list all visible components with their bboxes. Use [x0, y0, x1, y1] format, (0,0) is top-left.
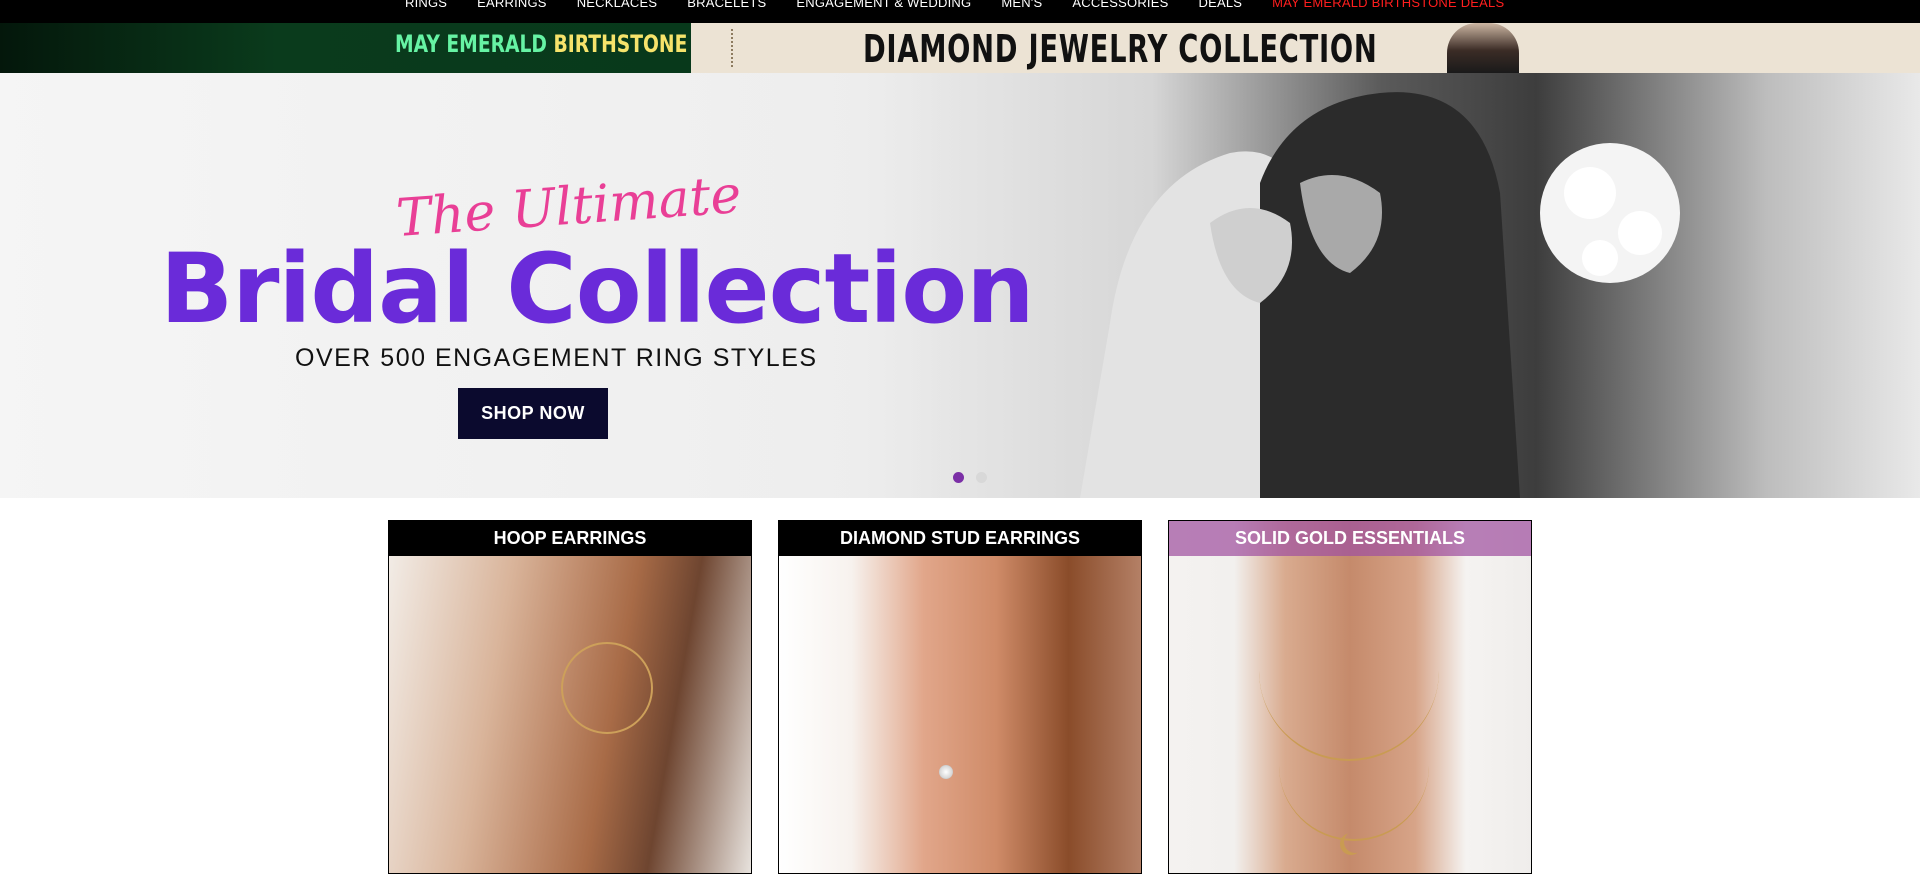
tile-label: HOOP EARRINGS: [389, 521, 751, 556]
tile-hoop-earrings[interactable]: HOOP EARRINGS: [388, 520, 752, 874]
top-nav-list: RINGS EARRINGS NECKLACES BRACELETS ENGAG…: [390, 0, 1519, 12]
necklace-chain-image: [1279, 661, 1429, 841]
nav-item-deals[interactable]: DEALS: [1183, 0, 1257, 12]
top-nav: RINGS EARRINGS NECKLACES BRACELETS ENGAG…: [0, 0, 1920, 23]
promo-emerald-banner[interactable]: MAY EMERALD BIRTHSTONE DEALS: [0, 23, 762, 73]
promo-diamond-banner[interactable]: DIAMOND JEWELRY COLLECTION: [691, 23, 1920, 73]
nav-item-necklaces[interactable]: NECKLACES: [562, 0, 673, 12]
carousel-dot-1[interactable]: [953, 472, 964, 483]
nav-item-accessories[interactable]: ACCESSORIES: [1057, 0, 1183, 12]
nav-item-engagement-wedding[interactable]: ENGAGEMENT & WEDDING: [781, 0, 986, 12]
shop-now-button[interactable]: SHOP NOW: [458, 388, 608, 439]
hero-headline: Bridal Collection: [160, 233, 1035, 345]
tile-solid-gold-essentials[interactable]: SOLID GOLD ESSENTIALS: [1168, 520, 1532, 874]
tile-label: DIAMOND STUD EARRINGS: [779, 521, 1141, 556]
nav-item-rings[interactable]: RINGS: [390, 0, 462, 12]
carousel-dots: [953, 472, 987, 483]
model-photo: [1447, 23, 1519, 73]
necklace-chain-image: [731, 29, 737, 67]
promo-diamond-title: DIAMOND JEWELRY COLLECTION: [863, 27, 1378, 71]
promo-strip: MAY EMERALD BIRTHSTONE DEALS DIAMOND JEW…: [0, 23, 1920, 73]
nav-item-bracelets[interactable]: BRACELETS: [672, 0, 781, 12]
tile-label: SOLID GOLD ESSENTIALS: [1169, 521, 1531, 556]
nav-item-birthstone-deals[interactable]: MAY EMERALD BIRTHSTONE DEALS: [1257, 0, 1519, 12]
moon-pendant-image: [1344, 831, 1366, 853]
diamond-stud-image: [939, 765, 953, 779]
carousel-dot-2[interactable]: [976, 472, 987, 483]
nav-item-earrings[interactable]: EARRINGS: [462, 0, 562, 12]
stud-earrings-photo: [779, 556, 1141, 873]
hoop-earring-image: [561, 642, 653, 734]
hero-banner[interactable]: The Ultimate Bridal Collection OVER 500 …: [0, 73, 1920, 498]
category-tiles: HOOP EARRINGS DIAMOND STUD EARRINGS SOLI…: [388, 520, 1532, 874]
hero-subtitle: OVER 500 ENGAGEMENT RING STYLES: [295, 344, 818, 372]
promo-emerald-part1: MAY EMERALD: [395, 30, 547, 58]
tile-diamond-stud-earrings[interactable]: DIAMOND STUD EARRINGS: [778, 520, 1142, 874]
nav-item-mens[interactable]: MEN'S: [986, 0, 1057, 12]
hoop-earrings-photo: [389, 556, 751, 873]
gold-necklace-photo: [1169, 521, 1531, 873]
couple-photo: [1080, 92, 1680, 498]
